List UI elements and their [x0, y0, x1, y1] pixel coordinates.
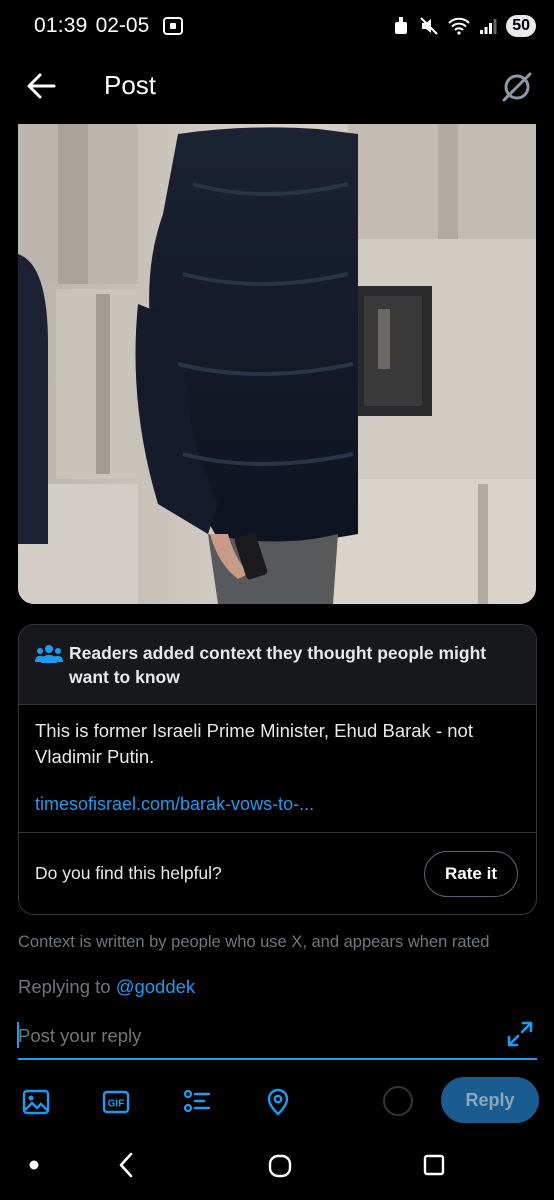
header: Post: [0, 52, 554, 122]
community-note-title: Readers added context they thought peopl…: [69, 643, 487, 687]
people-icon: [35, 645, 63, 663]
system-recents-icon[interactable]: [422, 1153, 446, 1177]
reply-handle-link[interactable]: @goddek: [116, 976, 195, 997]
system-back-icon[interactable]: [116, 1151, 136, 1179]
poll-icon[interactable]: [183, 1088, 211, 1116]
community-note-footer: Do you find this helpful? Rate it: [19, 832, 536, 914]
battery-indicator: 50: [506, 15, 536, 37]
back-arrow-icon[interactable]: [26, 72, 56, 100]
text-caret: [17, 1022, 19, 1048]
status-date: 02-05: [95, 14, 150, 37]
reply-button[interactable]: Reply: [441, 1077, 539, 1123]
status-time: 01:39: [34, 14, 88, 37]
wifi-icon: [448, 17, 470, 35]
community-note-link[interactable]: timesofisrael.com/barak-vows-to-...: [35, 794, 518, 815]
grok-icon[interactable]: [500, 70, 534, 104]
location-icon[interactable]: [264, 1088, 292, 1116]
photo-image: [18, 124, 536, 604]
system-nav-bar: [0, 1135, 554, 1200]
gif-icon[interactable]: GIF: [102, 1088, 130, 1116]
replying-to-prefix: Replying to: [18, 976, 116, 997]
expand-icon[interactable]: [506, 1020, 534, 1048]
mute-icon: [420, 17, 438, 35]
status-bar: 01:39 02-05 50: [0, 0, 554, 52]
status-icons: 50: [392, 15, 536, 37]
character-count-ring: [383, 1086, 413, 1116]
helpful-question: Do you find this helpful?: [35, 863, 222, 883]
community-note-text: This is former Israeli Prime Minister, E…: [35, 720, 473, 767]
screenshot-icon: [163, 17, 184, 35]
page-title: Post: [104, 70, 157, 100]
image-icon[interactable]: [22, 1088, 50, 1116]
signal-icon: [480, 19, 497, 34]
post-photo[interactable]: [18, 124, 536, 604]
replying-to: Replying to @goddek: [18, 976, 195, 998]
community-note-card: Readers added context they thought peopl…: [18, 624, 537, 915]
reply-composer: Replying to @goddek GIF Reply: [0, 952, 554, 1132]
rate-it-button[interactable]: Rate it: [424, 850, 518, 897]
community-note-header: Readers added context they thought peopl…: [19, 625, 536, 705]
community-note-disclaimer: Context is written by people who use X, …: [18, 933, 490, 951]
reply-input[interactable]: [18, 1020, 537, 1060]
community-note-body: This is former Israeli Prime Minister, E…: [19, 705, 536, 815]
svg-text:GIF: GIF: [108, 1099, 125, 1110]
assistant-dot-icon[interactable]: [28, 1159, 40, 1171]
notification-icon: [395, 17, 408, 34]
system-home-icon[interactable]: [267, 1153, 293, 1179]
